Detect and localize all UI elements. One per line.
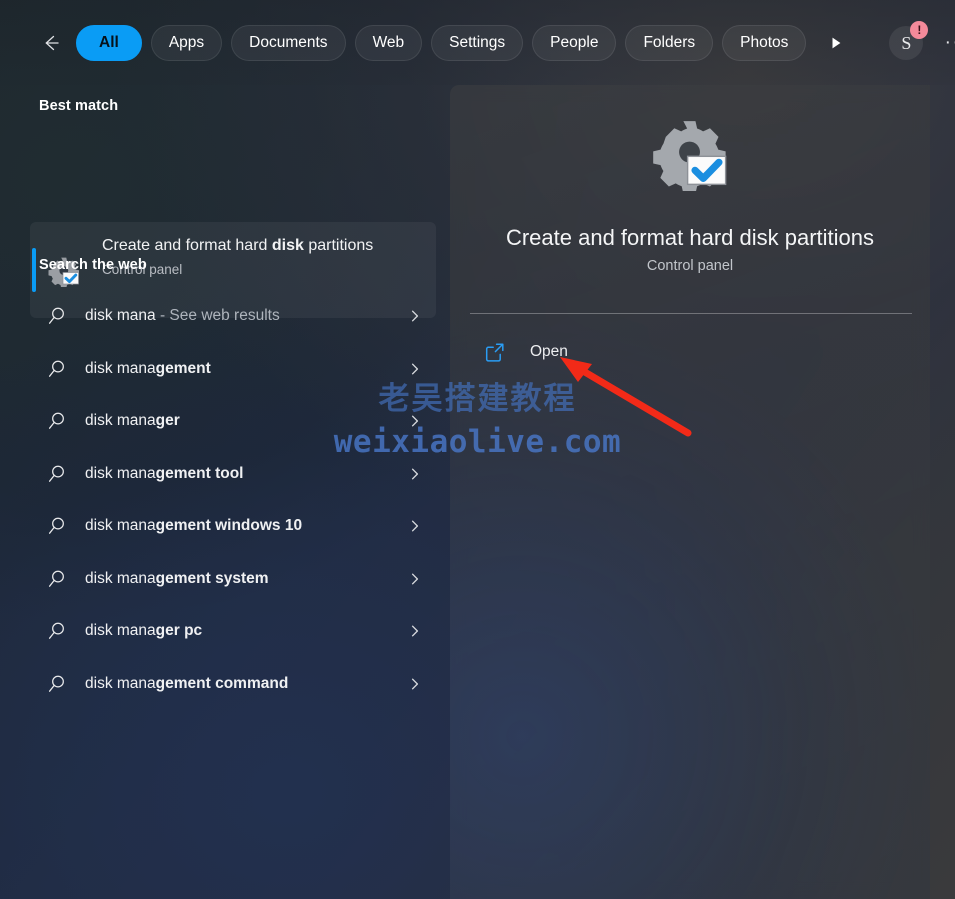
- suggestion-completion: gement windows 10: [155, 517, 303, 534]
- suggestion-typed: disk mana: [85, 622, 156, 639]
- disk-management-gear-icon: [653, 121, 727, 191]
- chevron-right-icon[interactable]: [407, 361, 423, 377]
- preview-subtitle: Control panel: [646, 258, 734, 274]
- suggestion-typed: disk mana: [85, 517, 156, 534]
- suggestion-typed: disk mana: [85, 569, 156, 587]
- search-icon: [48, 360, 64, 377]
- suggestion-row[interactable]: disk mana - See web results: [30, 294, 436, 338]
- suggestion-label: disk management: [85, 359, 211, 379]
- tab-photos[interactable]: Photos: [722, 24, 807, 61]
- account-alert-badge: !: [910, 20, 929, 39]
- avatar-initial: S: [901, 32, 912, 53]
- search-icon: [48, 622, 64, 639]
- suggestion-row[interactable]: disk manager pc: [30, 609, 436, 653]
- search-icon: [48, 465, 64, 482]
- suggestion-row[interactable]: disk management system: [30, 557, 436, 601]
- suggestion-label: disk management windows 10: [85, 516, 302, 536]
- tab-web[interactable]: Web: [354, 24, 423, 61]
- suggestion-label: disk management system: [85, 569, 269, 589]
- best-match-text: Create and format hard disk partitions C…: [102, 234, 422, 279]
- best-match-title: Create and format hard disk partitions: [102, 234, 422, 258]
- suggestion-row[interactable]: disk management windows 10: [30, 504, 436, 548]
- tab-documents[interactable]: Documents: [231, 24, 346, 61]
- chevron-right-icon[interactable]: [407, 466, 423, 482]
- suggestion-typed: disk mana: [85, 359, 156, 377]
- suggestion-label: disk manager: [85, 411, 180, 431]
- search-icon: [48, 675, 64, 692]
- suggestion-completion: gement system: [155, 569, 269, 587]
- external-link-icon: [485, 342, 504, 362]
- search-icon: [48, 307, 64, 324]
- tab-folders[interactable]: Folders: [625, 24, 714, 61]
- tab-people[interactable]: People: [532, 24, 617, 61]
- more-options-button[interactable]: ···: [941, 28, 955, 58]
- suggestion-row[interactable]: disk management tool: [30, 452, 436, 496]
- search-icon: [48, 570, 64, 587]
- search-filter-navbar: All Apps Documents Web Settings People F…: [0, 0, 955, 85]
- search-the-web-heading: Search the web: [39, 257, 147, 273]
- chevron-right-icon[interactable]: [407, 676, 423, 692]
- suggestion-completion: gement: [155, 359, 211, 377]
- open-action[interactable]: Open: [484, 335, 784, 369]
- best-match-title-bold: disk: [271, 237, 304, 254]
- play-triangle-icon: [832, 37, 841, 48]
- suggestion-typed: disk mana: [85, 307, 156, 324]
- suggestion-label: disk management tool: [85, 464, 244, 484]
- suggestion-row[interactable]: disk manager: [30, 399, 436, 443]
- selection-accent-bar: [32, 248, 36, 292]
- search-icon: [48, 517, 64, 534]
- suggestion-row[interactable]: disk management: [30, 347, 436, 391]
- suggestion-completion: gement tool: [155, 464, 244, 482]
- preview-title: Create and format hard disk partitions: [505, 225, 875, 250]
- suggestion-suffix: - See web results: [155, 307, 280, 324]
- back-button[interactable]: [34, 26, 68, 60]
- suggestion-completion: ger: [155, 412, 180, 429]
- chevron-right-icon[interactable]: [407, 518, 423, 534]
- suggestion-completion: gement command: [155, 674, 289, 692]
- suggestion-label: disk mana - See web results: [85, 306, 280, 326]
- preview-divider: [470, 313, 912, 314]
- suggestion-typed: disk mana: [85, 674, 156, 692]
- suggestion-label: disk management command: [85, 674, 288, 694]
- best-match-title-rest: partitions: [303, 237, 374, 254]
- best-match-heading: Best match: [39, 98, 119, 114]
- best-match-title-plain: Create and format hard: [102, 237, 272, 254]
- best-match-subtitle: Control panel: [102, 262, 183, 277]
- search-flyout: All Apps Documents Web Settings People F…: [0, 0, 955, 899]
- tab-all[interactable]: All: [76, 24, 142, 61]
- chevron-right-icon[interactable]: [407, 308, 423, 324]
- suggestion-completion: ger pc: [155, 622, 203, 639]
- suggestion-label: disk manager pc: [85, 621, 202, 641]
- suggestion-row[interactable]: disk management command: [30, 662, 436, 706]
- chevron-right-icon[interactable]: [407, 623, 423, 639]
- more-tabs-button[interactable]: [821, 28, 851, 58]
- preview-panel: Create and format hard disk partitions C…: [450, 85, 930, 899]
- back-arrow-icon: [45, 35, 59, 50]
- suggestion-typed: disk mana: [85, 412, 156, 429]
- tab-apps[interactable]: Apps: [150, 24, 223, 61]
- chevron-right-icon[interactable]: [407, 571, 423, 587]
- search-icon: [48, 412, 64, 429]
- account-avatar[interactable]: S !: [889, 20, 929, 60]
- open-label: Open: [530, 343, 568, 360]
- results-column: Best match Create and format hard disk p…: [0, 85, 450, 899]
- chevron-right-icon[interactable]: [407, 413, 423, 429]
- suggestion-typed: disk mana: [85, 464, 156, 482]
- tab-settings[interactable]: Settings: [431, 24, 524, 61]
